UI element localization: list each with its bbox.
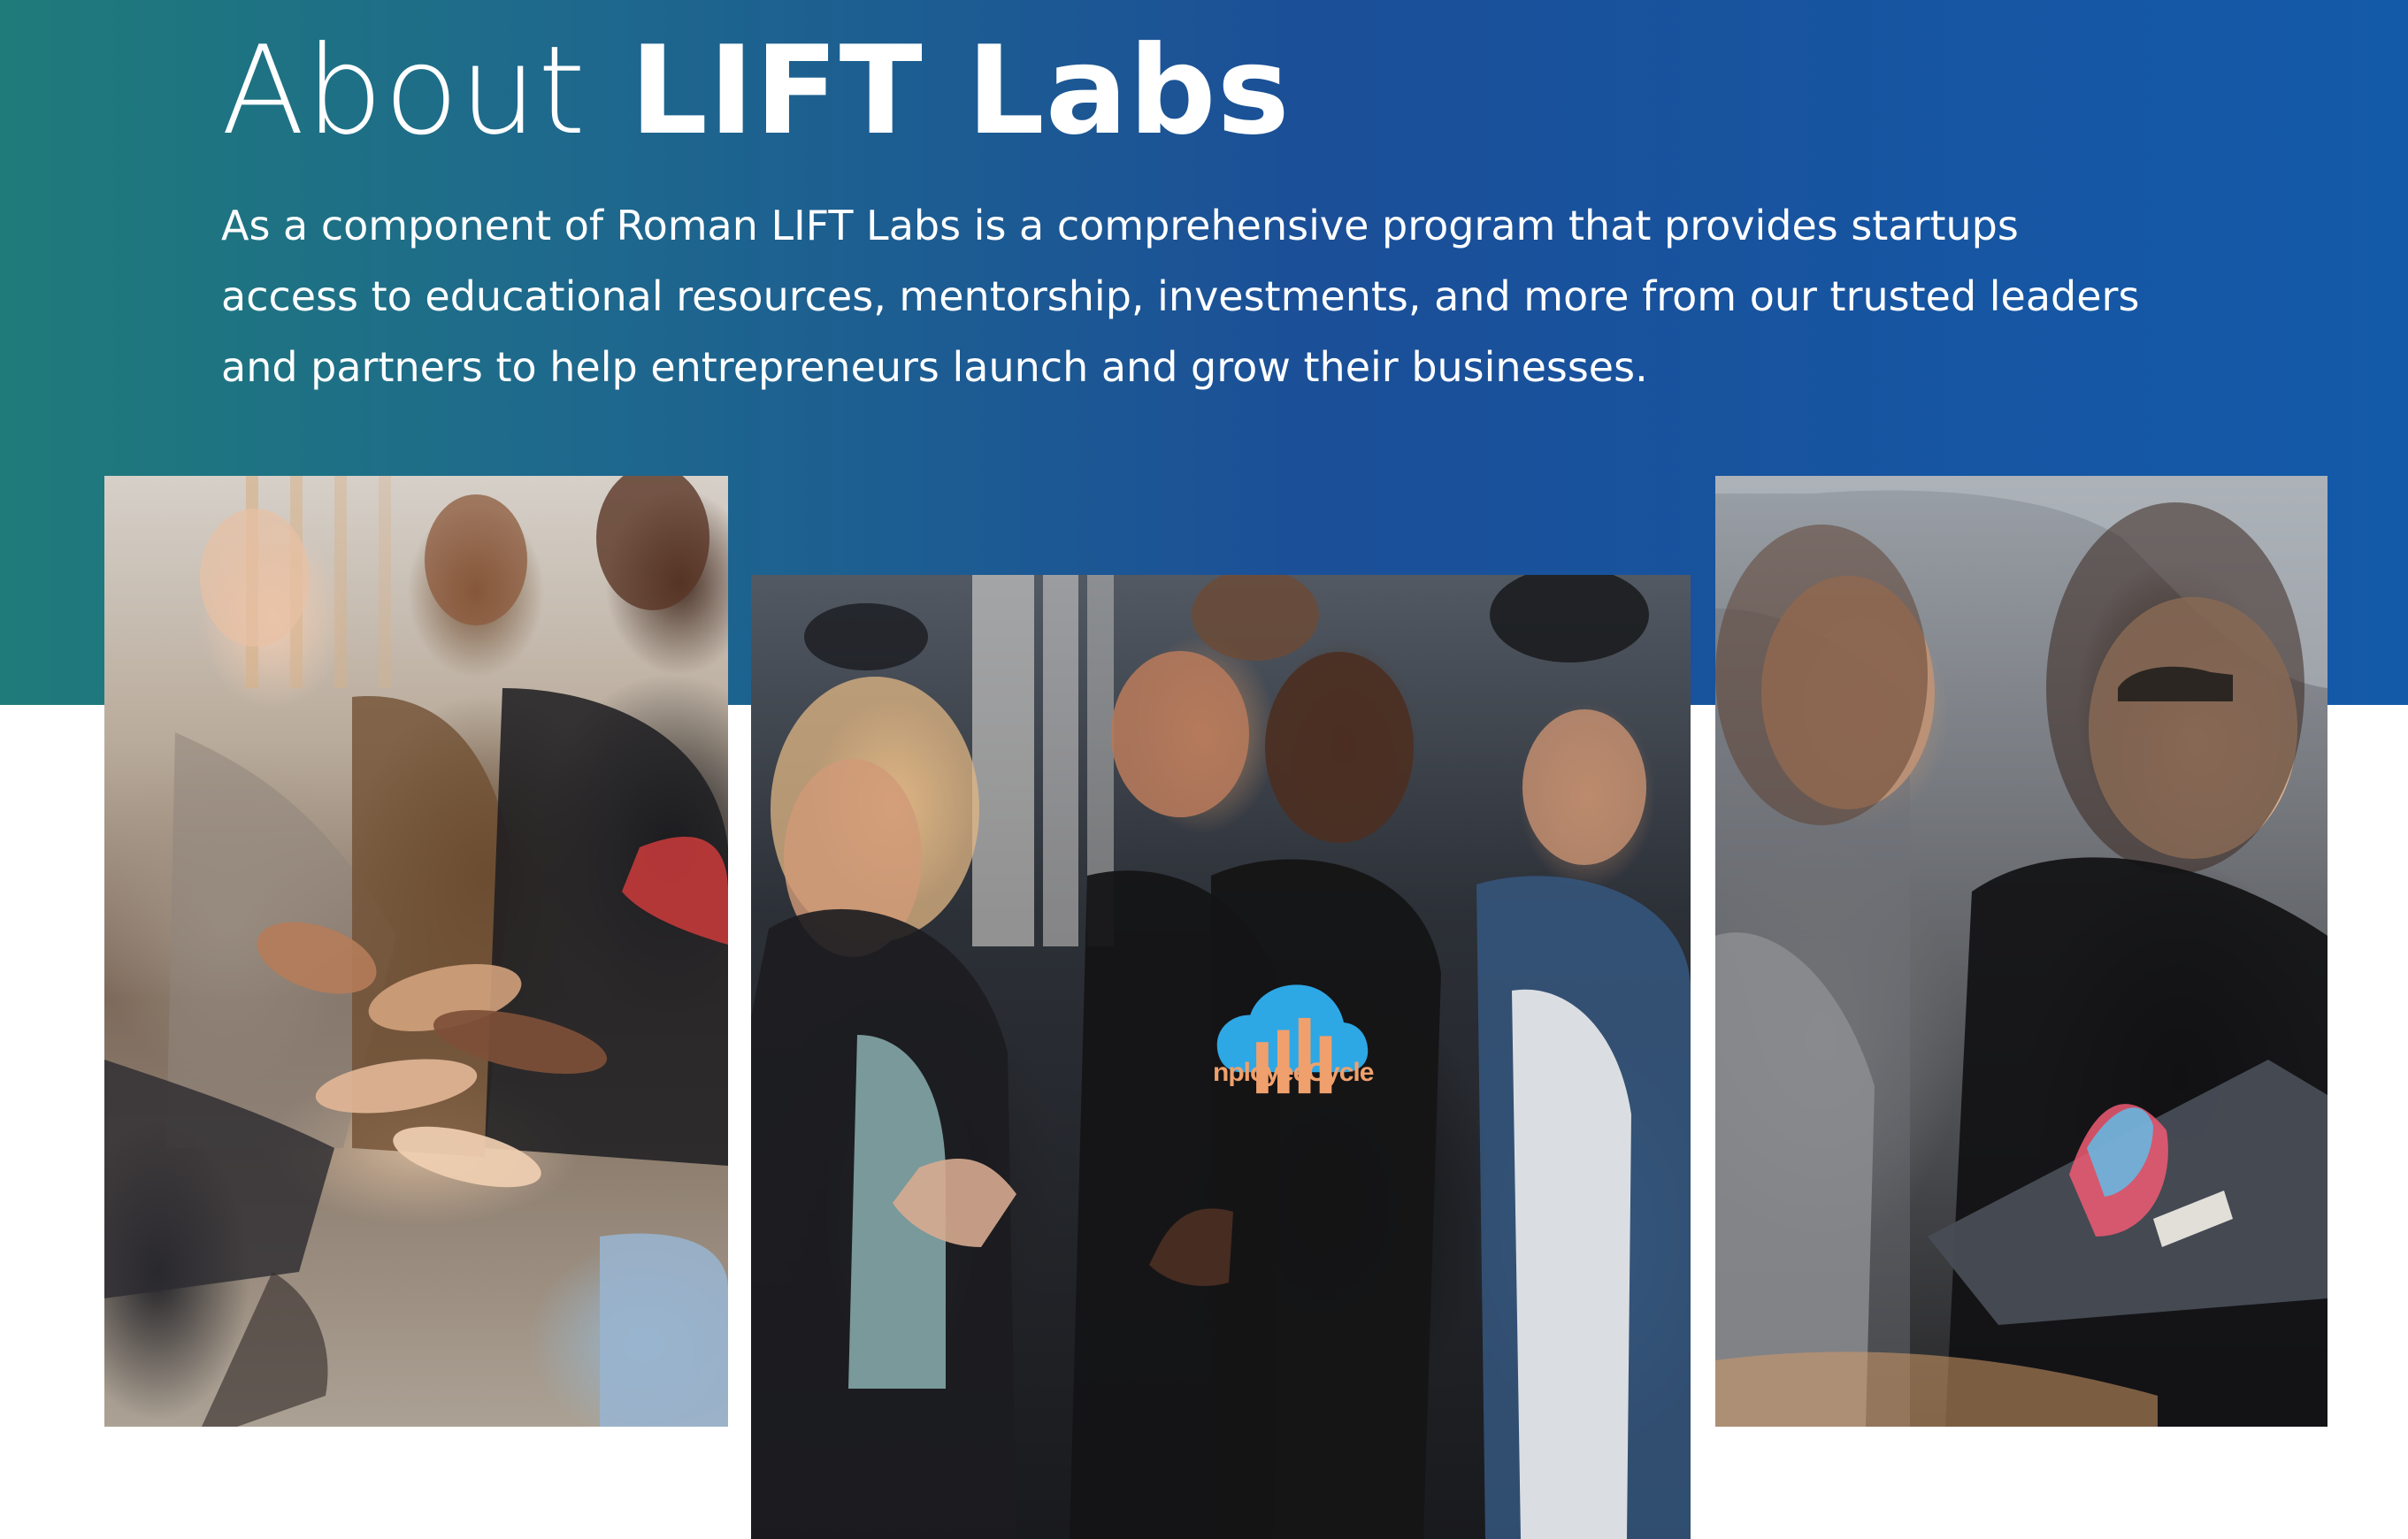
team-hands-in-illustration <box>104 476 728 1427</box>
shirt-logo-text: nployeeCycle <box>1213 1058 1374 1087</box>
about-description: As a component of Roman LIFT Labs is a c… <box>221 202 2140 391</box>
employeecycle-shirt-logo: nployeeCycle <box>1213 982 1374 1114</box>
colleagues-laptop-illustration <box>1715 476 2327 1427</box>
page-title-about: About <box>221 19 587 162</box>
team-hands-in-photo <box>104 476 728 1427</box>
page-title-lift-labs: LIFT Labs <box>630 19 1291 162</box>
cloud-chart-icon <box>1216 984 1369 1094</box>
page-title: About LIFT Labs <box>221 25 1291 157</box>
colleagues-laptop-photo <box>1715 476 2327 1427</box>
team-celebration-photo: nployeeCycle <box>751 575 1691 1539</box>
